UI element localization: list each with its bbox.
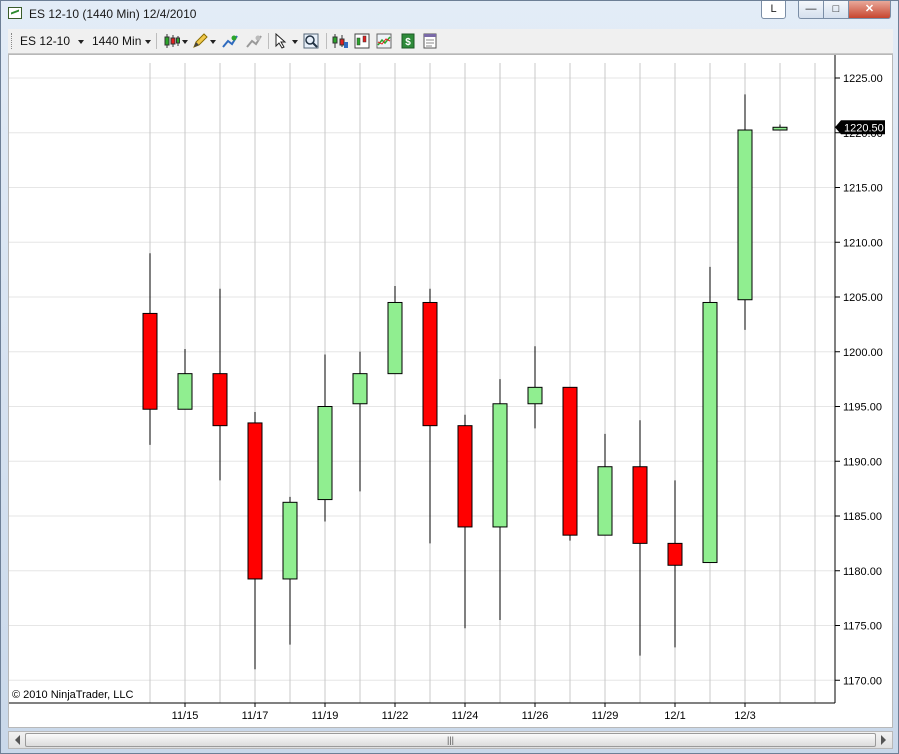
date-tick-label: 12/1 [664, 710, 685, 722]
interval-selector[interactable]: 1440 Min [92, 34, 141, 48]
date-tick-label: 11/24 [452, 710, 479, 722]
candle-body-up [177, 373, 193, 410]
candlestick-style-icon[interactable] [164, 33, 180, 49]
candle-body-up [597, 466, 613, 536]
candle-body-up [772, 126, 788, 131]
candle-body-up [387, 301, 403, 375]
price-tick-label: 1200.00 [843, 347, 883, 359]
price-tick-label: 1210.00 [843, 237, 883, 249]
scrollbar-thumb[interactable]: ||| [25, 733, 876, 747]
price-tick-label: 1185.00 [843, 511, 882, 523]
link-button[interactable]: L [761, 1, 786, 19]
instrument-dropdown-icon[interactable] [78, 40, 84, 44]
date-tick-label: 12/3 [734, 710, 755, 722]
candle-body-down [632, 466, 648, 544]
toolbar-grip[interactable] [11, 33, 15, 49]
svg-text:$: $ [405, 37, 411, 48]
candle-body-up [492, 403, 508, 528]
remove-indicator-icon[interactable] [246, 33, 262, 49]
toolbar-separator [326, 33, 327, 49]
toolbar-separator [268, 33, 269, 49]
drawing-tools-dropdown-icon[interactable] [210, 40, 216, 44]
candle-body-down [142, 312, 158, 410]
data-box-icon[interactable] [376, 33, 392, 49]
chart-app-icon [8, 7, 22, 19]
minimize-button[interactable]: — [798, 1, 824, 19]
strategies-icon[interactable] [332, 33, 348, 49]
candle-body-up [702, 301, 718, 564]
candle-body-down [212, 373, 228, 427]
chart-style-dropdown-icon[interactable] [182, 40, 188, 44]
chart-trader-icon[interactable] [354, 33, 370, 49]
candle-body-down [422, 301, 438, 427]
candle-body-up [317, 406, 333, 501]
price-tick-label: 1175.00 [843, 621, 882, 633]
cursor-dropdown-icon[interactable] [292, 40, 298, 44]
horizontal-scrollbar[interactable]: ||| [8, 731, 893, 749]
candle-body-down [667, 542, 683, 566]
candle-body-down [247, 422, 263, 580]
date-tick-label: 11/19 [312, 710, 339, 722]
price-tick-label: 1195.00 [843, 402, 882, 414]
price-tick-label: 1225.00 [843, 73, 883, 85]
chart-panel[interactable]: 1170.00 1175.00 1180.00 1185.00 1190.00 1195.… [8, 54, 893, 728]
zoom-icon[interactable] [303, 33, 319, 49]
cursor-pointer-icon[interactable] [274, 33, 290, 49]
window-title: ES 12-10 (1440 Min) 12/4/2010 [29, 7, 197, 21]
date-tick-label: 11/15 [172, 710, 199, 722]
add-indicator-icon[interactable] [222, 33, 238, 49]
copyright-label: © 2010 NinjaTrader, LLC [12, 689, 133, 701]
price-tick-label: 1170.00 [843, 675, 882, 687]
price-tick-label: 1205.00 [843, 292, 883, 304]
scroll-left-icon[interactable] [15, 735, 20, 745]
date-tick-label: 11/17 [242, 710, 269, 722]
maximize-button[interactable]: □ [823, 1, 849, 19]
pencil-draw-icon[interactable] [192, 33, 208, 49]
date-tick-label: 11/26 [522, 710, 549, 722]
price-tick-label: 1215.00 [843, 183, 883, 195]
candle-body-down [457, 425, 473, 528]
date-tick-label: 11/29 [592, 710, 619, 722]
properties-icon[interactable] [422, 33, 438, 49]
price-tick-label: 1190.00 [843, 456, 882, 468]
candle-body-up [737, 129, 753, 301]
scroll-right-icon[interactable] [881, 735, 886, 745]
date-tick-label: 11/22 [382, 710, 409, 722]
chart-window: ES 12-10 (1440 Min) 12/4/2010 L — □ ✕ ES… [0, 0, 899, 754]
instrument-selector[interactable]: ES 12-10 [20, 34, 70, 48]
close-button[interactable]: ✕ [848, 1, 891, 19]
candle-body-up [352, 373, 368, 405]
last-price-label: 1220.50 [844, 122, 884, 134]
price-chart[interactable]: 1170.00 1175.00 1180.00 1185.00 1190.00 1195.… [9, 55, 892, 727]
candle-body-up [527, 386, 543, 405]
price-tick-label: 1180.00 [843, 566, 882, 578]
title-bar[interactable]: ES 12-10 (1440 Min) 12/4/2010 L — □ ✕ [1, 1, 898, 27]
dollar-icon[interactable]: $ [400, 33, 416, 49]
toolbar-separator [156, 33, 157, 49]
candle-body-down [562, 386, 578, 536]
candle-body-up [282, 501, 298, 580]
interval-dropdown-icon[interactable] [145, 40, 151, 44]
chart-toolbar: ES 12-10 1440 Min $ [8, 29, 893, 54]
